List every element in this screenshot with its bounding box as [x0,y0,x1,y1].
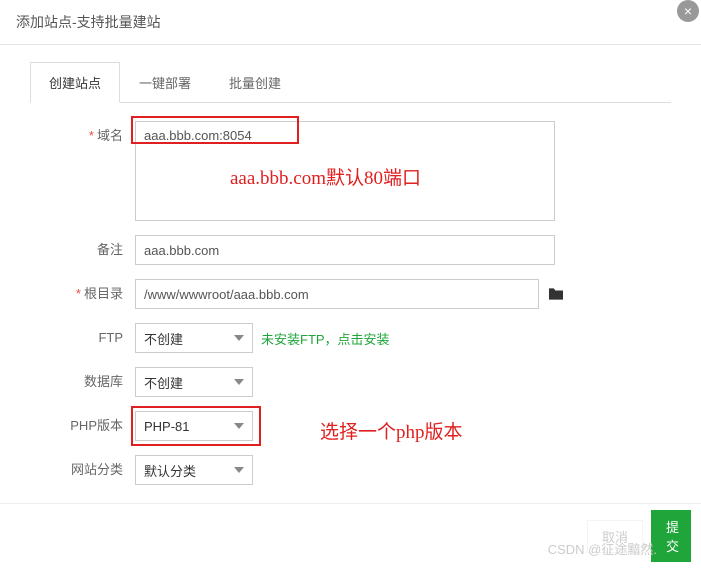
php-value: PHP-81 [144,419,190,434]
db-label: 数据库 [30,367,135,397]
root-input[interactable] [135,279,539,309]
row-category: 网站分类 默认分类 [30,455,671,485]
chevron-down-icon [234,335,244,341]
cancel-button[interactable]: 取消 [587,520,643,553]
chevron-down-icon [234,423,244,429]
db-value: 不创建 [144,373,183,392]
ftp-value: 不创建 [144,329,183,348]
cat-value: 默认分类 [144,461,196,480]
submit-button[interactable]: 提交 [651,510,691,562]
close-icon[interactable]: × [677,0,699,22]
tab-create[interactable]: 创建站点 [30,62,120,103]
ftp-select[interactable]: 不创建 [135,323,253,353]
modal-footer: 取消 提交 [0,503,701,568]
row-ftp: FTP 不创建 未安装FTP，点击安装 [30,323,671,353]
php-select[interactable]: PHP-81 [135,411,253,441]
row-php: PHP版本 PHP-81 选择一个php版本 [30,411,671,441]
form: *域名 aaa.bbb.com:8054 aaa.bbb.com默认80端口 备… [30,103,671,485]
chevron-down-icon [234,467,244,473]
ftp-hint[interactable]: 未安装FTP，点击安装 [261,329,390,348]
php-label: PHP版本 [30,411,135,441]
remark-input[interactable] [135,235,555,265]
row-domain: *域名 aaa.bbb.com:8054 aaa.bbb.com默认80端口 [30,121,671,221]
domain-label: *域名 [30,121,135,151]
modal-header: 添加站点-支持批量建站 [0,0,701,45]
tabs: 创建站点 一键部署 批量创建 [30,61,671,103]
row-db: 数据库 不创建 [30,367,671,397]
domain-input[interactable]: aaa.bbb.com:8054 [135,121,555,221]
folder-icon[interactable] [547,287,565,301]
modal-body: 创建站点 一键部署 批量创建 *域名 aaa.bbb.com:8054 aaa.… [0,45,701,503]
cat-select[interactable]: 默认分类 [135,455,253,485]
db-select[interactable]: 不创建 [135,367,253,397]
tab-batch[interactable]: 批量创建 [210,62,300,103]
root-label: *根目录 [30,279,135,309]
row-remark: 备注 [30,235,671,265]
tab-deploy[interactable]: 一键部署 [120,62,210,103]
remark-label: 备注 [30,235,135,265]
row-root: *根目录 [30,279,671,309]
modal-title: 添加站点-支持批量建站 [16,14,161,30]
chevron-down-icon [234,379,244,385]
ftp-label: FTP [30,323,135,353]
cat-label: 网站分类 [30,455,135,485]
